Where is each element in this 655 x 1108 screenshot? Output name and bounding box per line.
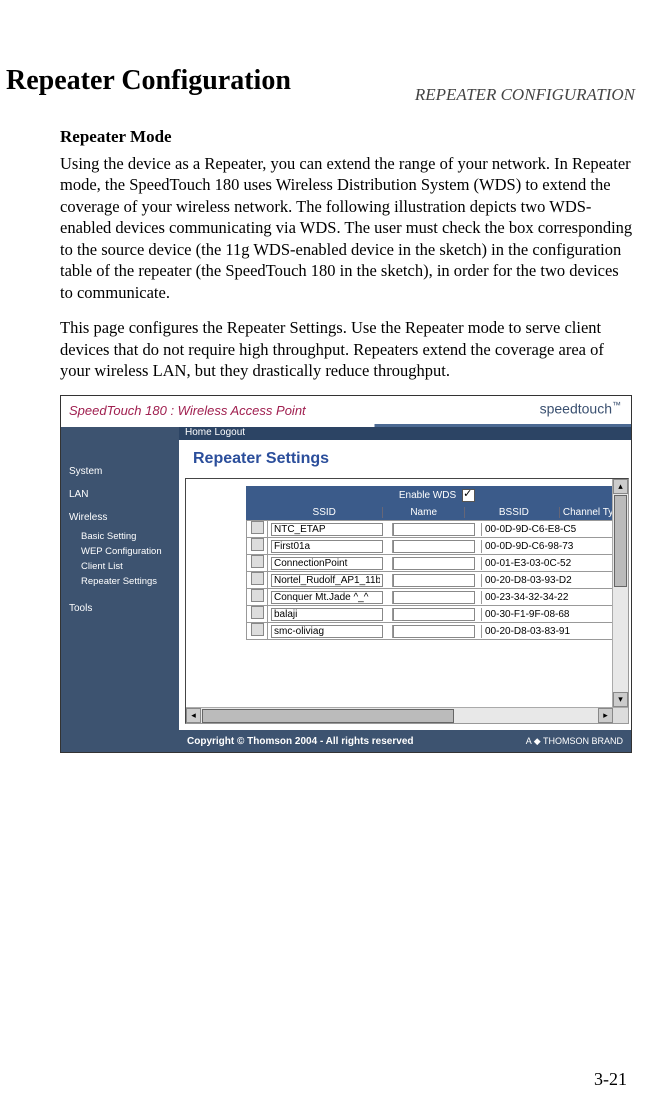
scroll-right-icon[interactable]: ▸ xyxy=(598,708,613,723)
enable-wds-row: Enable WDS xyxy=(246,486,628,504)
name-input[interactable] xyxy=(393,540,475,553)
bssid-cell: 00-30-F1-9F-08-68 xyxy=(482,609,583,620)
scroll-thumb-v[interactable] xyxy=(614,495,627,587)
footer-brand: A ◆ THOMSON BRAND xyxy=(526,736,623,747)
bssid-cell: 00-0D-9D-C6-E8-C5 xyxy=(482,524,583,535)
sidebar-item-system[interactable]: System xyxy=(61,460,179,483)
main-panel: Home Logout Repeater Settings Enable WDS… xyxy=(179,424,631,752)
sidebar-item-wireless[interactable]: Wireless xyxy=(61,506,179,529)
table-row: 00-01-E3-03-0C-52 xyxy=(246,554,628,572)
scroll-left-icon[interactable]: ◂ xyxy=(186,708,201,723)
name-input[interactable] xyxy=(393,523,475,536)
brand-logo: speedtouch™ xyxy=(540,400,621,417)
ssid-input[interactable] xyxy=(271,557,383,570)
page-number: 3-21 xyxy=(594,1069,627,1090)
bssid-cell: 00-0D-9D-C6-98-73 xyxy=(482,541,583,552)
scrollbar-vertical[interactable]: ▴ ▾ xyxy=(612,479,628,707)
row-select-checkbox[interactable] xyxy=(251,555,264,568)
sidebar-item-lan[interactable]: LAN xyxy=(61,483,179,506)
screenshot-repeater-settings: SpeedTouch 180 : Wireless Access Point s… xyxy=(60,395,632,753)
ssid-input[interactable] xyxy=(271,625,383,638)
row-select-checkbox[interactable] xyxy=(251,623,264,636)
enable-wds-label: Enable WDS xyxy=(399,490,456,501)
name-input[interactable] xyxy=(393,557,475,570)
scroll-down-icon[interactable]: ▾ xyxy=(613,692,628,707)
ssid-input[interactable] xyxy=(271,608,383,621)
table-row: 00-20-D8-03-93-D2 xyxy=(246,571,628,589)
scroll-thumb-h[interactable] xyxy=(202,709,454,723)
row-select-checkbox[interactable] xyxy=(251,538,264,551)
ssid-input[interactable] xyxy=(271,523,383,536)
bssid-cell: 00-23-34-32-34-22 xyxy=(482,592,583,603)
sidebar: System LAN Wireless Basic Setting WEP Co… xyxy=(61,424,179,752)
col-ssid: SSID xyxy=(267,507,383,518)
sidebar-sub-wep-configuration[interactable]: WEP Configuration xyxy=(61,544,179,559)
paragraph-intro-2: This page configures the Repeater Settin… xyxy=(60,317,633,381)
subheading-repeater-mode: Repeater Mode xyxy=(60,127,633,147)
row-select-checkbox[interactable] xyxy=(251,589,264,602)
ssid-input[interactable] xyxy=(271,574,383,587)
paragraph-intro-1: Using the device as a Repeater, you can … xyxy=(60,153,633,303)
row-select-checkbox[interactable] xyxy=(251,606,264,619)
table-row: 00-30-F1-9F-08-68 xyxy=(246,605,628,623)
enable-wds-checkbox[interactable] xyxy=(462,489,475,502)
sidebar-item-tools[interactable]: Tools xyxy=(61,597,179,620)
name-input[interactable] xyxy=(393,608,475,621)
name-input[interactable] xyxy=(393,574,475,587)
sidebar-sub-repeater-settings[interactable]: Repeater Settings xyxy=(61,574,179,589)
sidebar-sub-client-list[interactable]: Client List xyxy=(61,559,179,574)
table-row: 00-0D-9D-C6-E8-C5 xyxy=(246,520,628,538)
bssid-cell: 00-20-D8-03-83-91 xyxy=(482,626,583,637)
table-row: 00-20-D8-03-83-91 xyxy=(246,622,628,640)
row-select-checkbox[interactable] xyxy=(251,572,264,585)
page-header-right: REPEATER CONFIGURATION xyxy=(415,85,635,105)
table-header: SSID Name BSSID Channel Type xyxy=(246,503,628,521)
section-title: Repeater Settings xyxy=(179,440,631,478)
table-row: 00-23-34-32-34-22 xyxy=(246,588,628,606)
brand-stripe xyxy=(61,424,631,427)
bssid-cell: 00-20-D8-03-93-D2 xyxy=(482,575,583,586)
window-titlebar: SpeedTouch 180 : Wireless Access Point s… xyxy=(61,396,631,424)
name-input[interactable] xyxy=(393,625,475,638)
bssid-cell: 00-01-E3-03-0C-52 xyxy=(482,558,583,569)
name-input[interactable] xyxy=(393,591,475,604)
row-select-checkbox[interactable] xyxy=(251,521,264,534)
copyright-text: Copyright © Thomson 2004 - All rights re… xyxy=(187,736,414,747)
table-row: 00-0D-9D-C6-98-73 xyxy=(246,537,628,555)
ssid-input[interactable] xyxy=(271,591,383,604)
scroll-up-icon[interactable]: ▴ xyxy=(613,479,628,494)
scrollbar-horizontal[interactable]: ◂ ▸ xyxy=(186,707,628,723)
repeater-table-wrap: Enable WDS SSID Name BSSID Channel Type … xyxy=(185,478,629,724)
scroll-corner xyxy=(613,708,628,723)
sidebar-sub-basic-setting[interactable]: Basic Setting xyxy=(61,529,179,544)
col-bssid: BSSID xyxy=(465,507,560,518)
col-name: Name xyxy=(383,507,466,518)
screenshot-footer: Copyright © Thomson 2004 - All rights re… xyxy=(179,730,631,752)
ssid-input[interactable] xyxy=(271,540,383,553)
window-title: SpeedTouch 180 : Wireless Access Point xyxy=(69,403,306,418)
